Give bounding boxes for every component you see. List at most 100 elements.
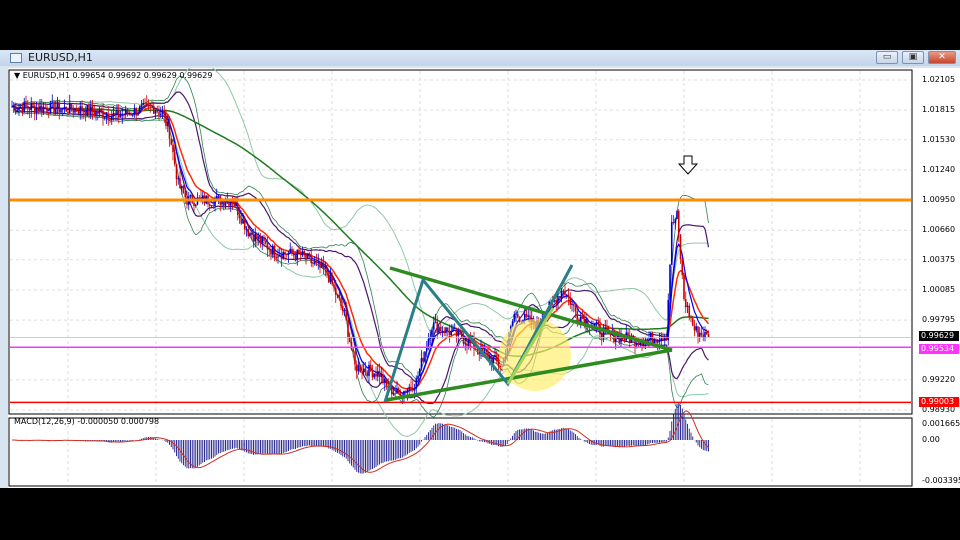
chart-window-icon: [10, 53, 22, 63]
candle-body: [646, 338, 649, 340]
price-axis-label: 1.00085: [922, 284, 956, 294]
candle-body: [427, 338, 430, 348]
candle-body: [53, 102, 55, 114]
candle-body: [359, 365, 362, 373]
candle-body: [77, 111, 80, 114]
candle-body: [72, 109, 75, 113]
candle-body: [308, 254, 311, 257]
candle-body: [576, 311, 579, 320]
candle-body: [58, 102, 61, 113]
candle-body: [385, 378, 388, 386]
candle-body: [705, 332, 708, 335]
candle-body: [287, 253, 290, 256]
macd-axis-label: -0.003395: [922, 476, 960, 485]
candle-body: [133, 108, 136, 115]
candle-body: [651, 332, 654, 344]
candle-body: [296, 249, 299, 260]
candle-body: [25, 102, 27, 107]
candle-body: [301, 251, 304, 256]
candle-body: [112, 112, 115, 117]
candle-body: [674, 218, 677, 224]
candle-body: [558, 296, 561, 298]
candle-body: [175, 164, 178, 180]
candle-body: [86, 105, 89, 116]
price-tag-red: 0.99003: [919, 397, 959, 408]
candle-body: [410, 386, 412, 388]
candle-body: [366, 371, 369, 376]
candle-body: [404, 390, 407, 393]
candle-body: [173, 152, 176, 165]
candle-body: [333, 284, 335, 288]
candle-body: [406, 389, 409, 393]
price-axis-label: 0.99220: [922, 374, 956, 384]
candle-body: [282, 251, 285, 259]
candle-body: [375, 373, 377, 377]
candle-body: [11, 106, 13, 108]
candle-body: [677, 210, 680, 235]
chart-window: EURUSD,H1 ▭ ▣ ✕ ▼ EURUSD,H1 0.99654 0.99…: [0, 50, 960, 488]
close-button[interactable]: ✕: [928, 51, 956, 64]
candle-body: [679, 234, 682, 259]
candle-body: [658, 341, 661, 342]
window-title: EURUSD,H1: [28, 51, 93, 64]
candle-body: [683, 275, 685, 300]
candle-body: [200, 197, 202, 199]
candle-body: [483, 349, 486, 351]
candle-body: [159, 113, 162, 115]
candle-body: [574, 305, 577, 312]
candle-body: [44, 107, 47, 109]
candle-body: [453, 328, 456, 329]
candle-body: [81, 106, 83, 112]
candle-body: [515, 313, 517, 315]
candle-body: [653, 339, 656, 344]
candle-body: [357, 365, 360, 372]
candle-body: [362, 368, 365, 373]
minimize-button[interactable]: ▭: [876, 51, 898, 64]
candle-body: [597, 322, 600, 325]
candle-body: [669, 264, 671, 300]
candle-body: [154, 111, 157, 114]
candle-body: [156, 111, 159, 112]
candle-body: [96, 110, 99, 114]
candle-body: [310, 256, 313, 264]
candle-body: [299, 252, 302, 256]
candle-body: [373, 373, 376, 378]
candle-body: [527, 315, 530, 317]
candle-body: [63, 106, 66, 109]
candle-body: [579, 316, 582, 322]
candle-body: [242, 219, 244, 224]
candle-body: [663, 337, 666, 341]
candle-body: [445, 327, 447, 333]
candle-body: [291, 248, 293, 254]
candle-body: [707, 334, 710, 338]
candle-body: [361, 372, 363, 373]
chart-legend: ▼ EURUSD,H1 0.99654 0.99692 0.99629 0.99…: [14, 71, 213, 80]
candle-body: [294, 255, 297, 260]
price-axis-label: 1.02105: [922, 75, 956, 84]
price-chart[interactable]: ▼ EURUSD,H1 0.99654 0.99692 0.99629 0.99…: [8, 68, 960, 488]
main-pane-frame: [8, 69, 913, 415]
candle-body: [298, 249, 300, 253]
candle-body: [284, 251, 286, 255]
candle-body: [42, 107, 45, 113]
candle-body: [158, 111, 160, 115]
candle-body: [268, 249, 271, 251]
candle-body: [229, 201, 232, 206]
candle-body: [326, 267, 328, 274]
candle-body: [364, 368, 367, 372]
candle-body: [54, 109, 57, 114]
candle-body: [60, 109, 62, 113]
candle-body: [655, 339, 657, 343]
candle-body: [163, 111, 166, 116]
maximize-button[interactable]: ▣: [902, 51, 924, 64]
candle-body: [413, 388, 416, 391]
candle-body: [665, 337, 668, 341]
candle-body: [37, 107, 40, 111]
candle-body: [368, 364, 370, 376]
price-axis-label: 0.99795: [922, 315, 956, 325]
candle-body: [130, 113, 132, 116]
candle-body: [114, 112, 117, 114]
candle-body: [569, 297, 572, 305]
candle-body: [79, 106, 82, 114]
candle-body: [355, 364, 358, 372]
